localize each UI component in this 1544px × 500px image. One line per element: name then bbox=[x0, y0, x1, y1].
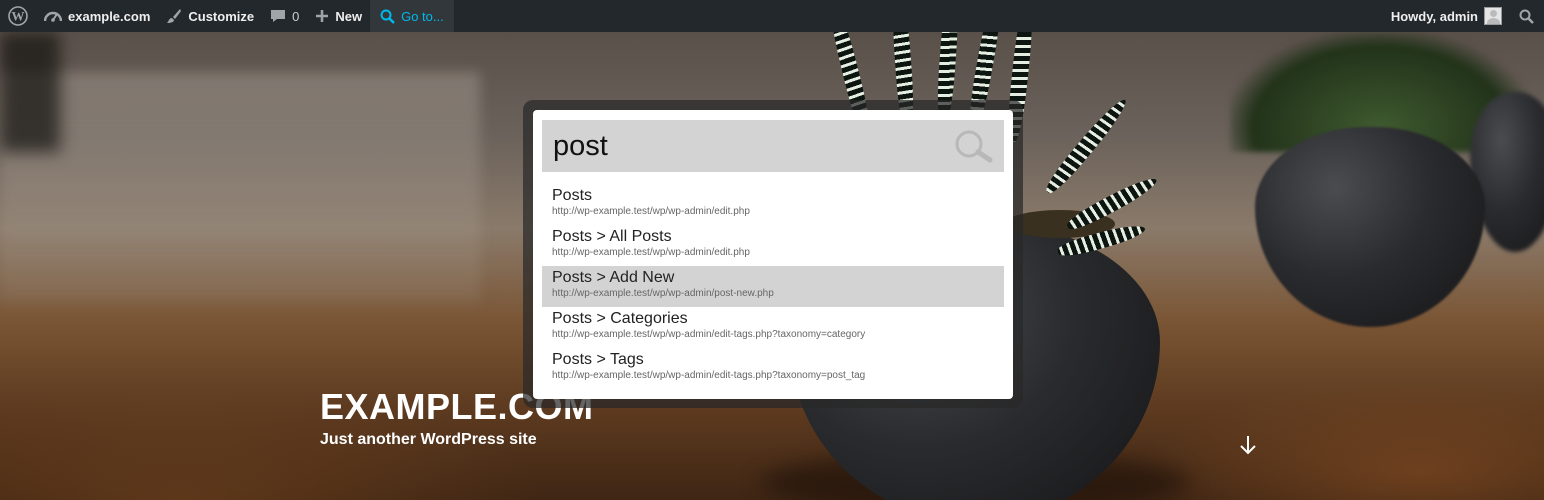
result-title: Posts bbox=[552, 187, 593, 204]
goto-search-box bbox=[542, 120, 1004, 172]
result-url: http://wp-example.test/wp/wp-admin/edit.… bbox=[552, 247, 750, 258]
result-url: http://wp-example.test/wp/wp-admin/edit-… bbox=[552, 370, 866, 381]
comments-count: 0 bbox=[292, 8, 300, 24]
goto-result-posts[interactable]: Posts http://wp-example.test/wp/wp-admin… bbox=[542, 184, 1004, 225]
scroll-down-button[interactable] bbox=[1238, 434, 1258, 461]
search-icon bbox=[380, 9, 395, 24]
search-icon bbox=[1519, 9, 1534, 24]
magnifier-icon bbox=[952, 129, 994, 168]
goto-search-input[interactable] bbox=[542, 120, 942, 172]
dashboard-gauge-icon bbox=[44, 9, 62, 23]
background-shadow bbox=[0, 32, 60, 152]
goto-result-categories[interactable]: Posts > Categories http://wp-example.tes… bbox=[542, 307, 1004, 348]
goto-result-add-new[interactable]: Posts > Add New http://wp-example.test/w… bbox=[542, 266, 1004, 307]
result-title: Posts > Tags bbox=[552, 351, 644, 368]
succulent-leaf bbox=[1041, 94, 1132, 198]
site-name-label: example.com bbox=[68, 8, 151, 24]
new-label: New bbox=[335, 8, 363, 24]
goto-modal: Posts http://wp-example.test/wp/wp-admin… bbox=[533, 110, 1013, 399]
result-url: http://wp-example.test/wp/wp-admin/edit-… bbox=[552, 329, 866, 340]
customize-link[interactable]: Customize bbox=[158, 0, 262, 32]
admin-bar-secondary: Howdy, admin bbox=[1383, 0, 1544, 32]
avatar bbox=[1484, 7, 1502, 25]
goto-menu[interactable]: Go to... bbox=[370, 0, 454, 32]
admin-bar: W example.com Customize 0 New Go to... H… bbox=[0, 0, 1544, 32]
comments-link[interactable]: 0 bbox=[262, 0, 307, 32]
my-account-menu[interactable]: Howdy, admin bbox=[1383, 0, 1508, 32]
speech-bubble-icon bbox=[270, 8, 286, 24]
admin-bar-search[interactable] bbox=[1508, 0, 1544, 32]
plus-icon bbox=[315, 9, 329, 23]
background-pot bbox=[1255, 127, 1485, 327]
background-blur bbox=[0, 72, 480, 302]
wordpress-logo-icon: W bbox=[8, 6, 28, 26]
howdy-label: Howdy, admin bbox=[1390, 8, 1478, 24]
result-url: http://wp-example.test/wp/wp-admin/post-… bbox=[552, 288, 774, 299]
goto-result-all-posts[interactable]: Posts > All Posts http://wp-example.test… bbox=[542, 225, 1004, 266]
arrow-down-icon bbox=[1238, 436, 1258, 460]
result-title: Posts > Categories bbox=[552, 310, 688, 327]
result-title: Posts > All Posts bbox=[552, 228, 672, 245]
paintbrush-icon bbox=[166, 8, 182, 24]
goto-result-tags[interactable]: Posts > Tags http://wp-example.test/wp/w… bbox=[542, 348, 1004, 389]
customize-label: Customize bbox=[188, 8, 255, 24]
svg-text:W: W bbox=[12, 9, 25, 24]
result-title: Posts > Add New bbox=[552, 269, 675, 286]
site-tagline: Just another WordPress site bbox=[320, 431, 537, 448]
goto-results-list: Posts http://wp-example.test/wp/wp-admin… bbox=[542, 184, 1004, 389]
wordpress-menu[interactable]: W bbox=[0, 0, 36, 32]
goto-label: Go to... bbox=[401, 8, 444, 24]
site-name-link[interactable]: example.com bbox=[36, 0, 158, 32]
result-url: http://wp-example.test/wp/wp-admin/edit.… bbox=[552, 206, 750, 217]
new-content-link[interactable]: New bbox=[307, 0, 370, 32]
